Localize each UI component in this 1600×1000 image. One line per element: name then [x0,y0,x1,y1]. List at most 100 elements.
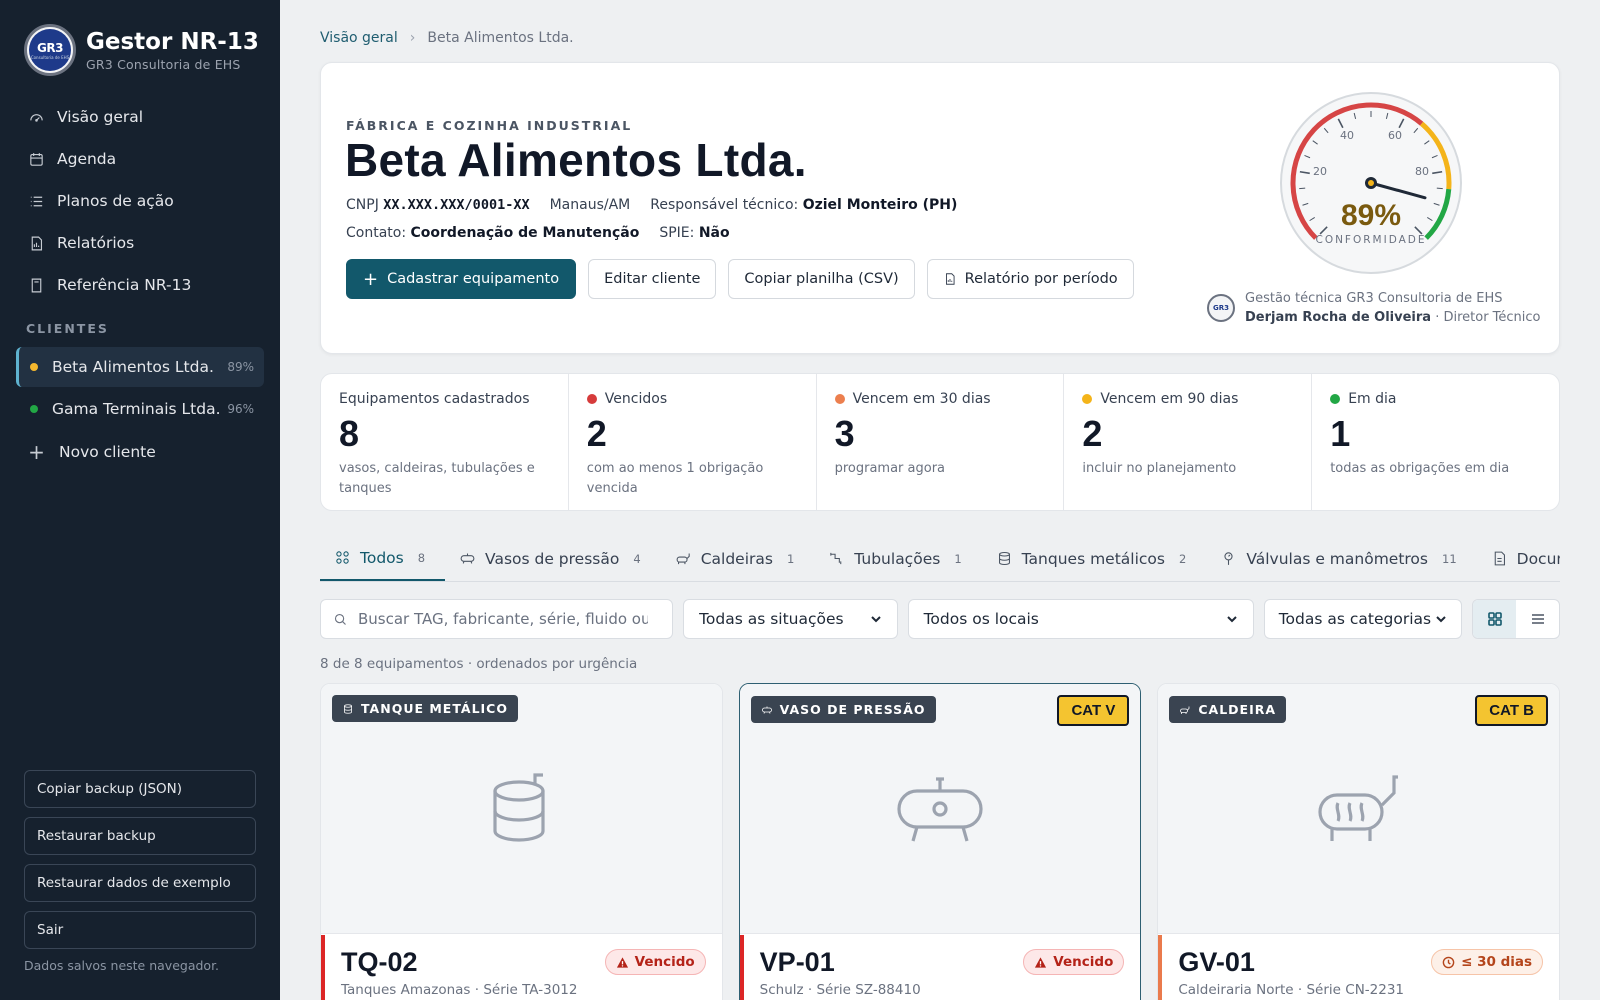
equipment-card-vp01[interactable]: VASO DE PRESSÃO CAT V VP-01 Schulz · Sér… [738,683,1142,1000]
client-meta-row-2: Contato: Coordenação de Manutenção SPIE:… [346,225,730,241]
spie-value: Não [698,225,730,241]
tab-piping[interactable]: Tubulações 1 [814,536,981,581]
period-report-label: Relatório por período [964,271,1118,287]
compliance-gauge: 20 40 60 80 89% CONFORMIDADE [1280,92,1462,274]
situation-select[interactable]: Todas as situações [683,599,898,639]
nav-item-nr13-reference[interactable]: Referência NR-13 [16,264,264,306]
document-chart-icon [945,273,955,285]
tab-label: Todos [360,548,404,567]
edit-client-button[interactable]: Editar cliente [588,259,717,299]
client-name: Beta Alimentos Ltda. [52,358,214,376]
report-icon [31,236,43,250]
equipment-type-badge: TANQUE METÁLICO [332,695,518,722]
storage-note: Dados salvos neste navegador. [24,958,220,973]
consultancy-logo: GR3 [1207,294,1235,322]
gauge-icon [30,113,43,122]
tab-all[interactable]: Todos 8 [320,536,446,581]
client-segment: FÁBRICA E COZINHA INDUSTRIAL [346,118,633,133]
tab-documents[interactable]: Documentos [1477,536,1560,581]
nav-item-overview[interactable]: Visão geral [16,96,264,138]
stat-overdue[interactable]: Vencidos 2 com ao menos 1 obrigação venc… [569,374,817,510]
tab-valves-gauges[interactable]: Válvulas e manômetros 11 [1206,536,1476,581]
tab-pressure-vessels[interactable]: Vasos de pressão 4 [445,536,661,581]
gauge-label: CONFORMIDADE [1315,234,1426,246]
stat-value: 2 [1082,413,1103,454]
category-badge: CAT V [1057,695,1130,726]
pressure-vessel-icon [460,553,475,564]
stat-desc: programar agora [834,461,946,476]
pressure-vessel-icon [761,706,772,714]
client-item-beta[interactable]: Beta Alimentos Ltda. 89% [16,347,264,387]
gauge-tick-label: 40 [1340,129,1354,142]
sidebar: GR3 Consultoria de EHS Gestor NR-13 GR3 … [0,0,280,1000]
equipment-card-tq02[interactable]: TANQUE METÁLICO TQ-02 Tanques Amazonas ·… [320,683,723,1000]
category-value: Todas as categorias [1278,610,1432,628]
stat-due-90[interactable]: Vencem em 90 dias 2 incluir no planejame… [1064,374,1313,510]
type-label: CALDEIRA [1198,702,1277,717]
nav-item-action-plans[interactable]: Planos de ação [16,180,264,222]
stat-label: Vencem em 30 dias [852,391,991,407]
gauge-value: 89% [1341,199,1401,232]
status-text: Vencido [634,954,695,970]
piping-icon [830,552,842,565]
type-label: VASO DE PRESSÃO [779,702,926,717]
tab-label: Documentos [1516,549,1560,568]
gauge-tick-label: 20 [1313,165,1327,178]
list-view-icon [1531,614,1544,624]
contact-field: Contato: Coordenação de Manutenção [346,225,640,241]
equipment-card-gv01[interactable]: CALDEIRA CAT B GV-01 Caldeiraria Norte ·… [1157,683,1561,1000]
copy-backup-button[interactable]: Copiar backup (JSON) [24,770,256,808]
breadcrumb-root[interactable]: Visão geral [320,30,398,46]
add-equipment-button[interactable]: + Cadastrar equipamento [346,259,577,299]
tab-boilers[interactable]: Caldeiras 1 [661,536,815,581]
nav-item-agenda[interactable]: Agenda [16,138,264,180]
search-box[interactable] [320,599,674,639]
client-actions: + Cadastrar equipamento Editar cliente C… [346,259,1134,299]
equipment-maker: Schulz · Série SZ-88410 [759,982,921,998]
list-view-button[interactable] [1516,600,1559,638]
client-item-gama[interactable]: Gama Terminais Ltda. 96% [16,389,264,429]
new-client-button[interactable]: + Novo cliente [16,431,264,473]
equipment-grid: TANQUE METÁLICO TQ-02 Tanques Amazonas ·… [320,683,1561,1000]
contact-value: Coordenação de Manutenção [410,225,640,241]
equipment-tabs: Todos 8 Vasos de pressão 4 Caldeiras 1 T… [320,536,1560,582]
status-dot-yellow [1082,394,1093,404]
stat-registered[interactable]: Equipamentos cadastrados 8 vasos, caldei… [321,374,569,510]
warning-icon [1035,956,1047,968]
main-nav: Visão geral Agenda Planos de ação Relató… [16,96,264,306]
grid-icon [336,551,349,564]
tank-illustration-icon [493,772,545,842]
gauge-tick-label: 80 [1415,165,1429,178]
calendar-icon [30,152,43,166]
stat-up-to-date[interactable]: Em dia 1 todas as obrigações em dia [1312,374,1559,510]
restore-sample-button[interactable]: Restaurar dados de exemplo [24,864,256,902]
restore-backup-button[interactable]: Restaurar backup [24,817,256,855]
logout-button[interactable]: Sair [24,911,256,949]
copy-csv-button[interactable]: Copiar planilha (CSV) [728,259,915,299]
grid-view-button[interactable] [1473,600,1517,638]
category-select[interactable]: Todas as categorias [1263,599,1463,639]
breadcrumb-current: Beta Alimentos Ltda. [427,30,574,46]
period-report-button[interactable]: Relatório por período [926,259,1134,299]
category-badge: CAT B [1475,695,1549,726]
equipment-image: CALDEIRA CAT B [1158,684,1560,934]
stat-due-30[interactable]: Vencem em 30 dias 3 programar agora [817,374,1065,510]
chevron-down-icon [1226,616,1237,623]
status-badge: Vencido [1023,949,1125,975]
tab-metal-tanks[interactable]: Tanques metálicos 2 [982,536,1207,581]
nav-item-reports[interactable]: Relatórios [16,222,264,264]
search-icon [334,613,346,625]
location-value: Todos os locais [923,610,1039,628]
result-count: 8 de 8 equipamentos · ordenados por urgê… [320,656,638,672]
brand[interactable]: GR3 Consultoria de EHS Gestor NR-13 GR3 … [24,24,259,76]
clock-icon [1442,956,1455,968]
client-city: Manaus/AM [549,197,631,213]
tech-director: Derjam Rocha de Oliveira · Diretor Técni… [1245,310,1541,325]
breadcrumb: Visão geral › Beta Alimentos Ltda. [320,30,574,46]
client-status-dot [30,405,38,413]
warning-icon [616,956,628,968]
location-select[interactable]: Todos os locais [907,599,1254,639]
cnpj-value: XX.XXX.XXX/0001-XX [383,197,530,213]
boiler-icon [1180,706,1190,714]
search-input[interactable] [358,610,648,628]
